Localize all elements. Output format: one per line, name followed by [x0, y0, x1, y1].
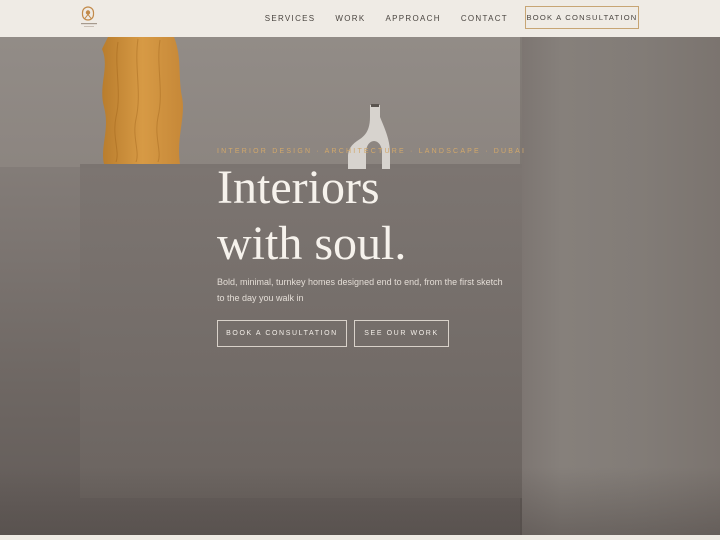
hero-description: Bold, minimal, turnkey homes designed en…	[217, 277, 503, 303]
nav-contact[interactable]: CONTACT	[461, 14, 508, 23]
nav-approach[interactable]: APPROACH	[386, 14, 441, 23]
next-section-edge	[0, 535, 720, 540]
hero-content: INTERIOR DESIGN · ARCHITECTURE · LANDSCA…	[217, 148, 527, 347]
hero-headline: Interiors with soul.	[217, 160, 517, 272]
hero-tagline: INTERIOR DESIGN · ARCHITECTURE · LANDSCA…	[217, 148, 527, 155]
hero-button-group: BOOK A CONSULTATION SEE OUR WORK	[217, 320, 517, 347]
header-book-consultation-button[interactable]: BOOK A CONSULTATION	[525, 6, 639, 29]
nav-work[interactable]: WORK	[335, 14, 365, 23]
page: SERVICES WORK APPROACH CONTACT BOOK A CO…	[0, 0, 720, 540]
hero-headline-line1: Interiors	[217, 161, 380, 214]
hero-headline-line2: with soul.	[217, 217, 407, 270]
wooden-sculpture-image	[98, 37, 184, 164]
main-nav: SERVICES WORK APPROACH CONTACT	[265, 0, 508, 37]
brand-logo-icon[interactable]	[80, 6, 98, 30]
nav-services[interactable]: SERVICES	[265, 14, 316, 23]
see-our-work-button[interactable]: SEE OUR WORK	[354, 320, 449, 347]
hero-floor-shadow	[0, 467, 720, 535]
site-header: SERVICES WORK APPROACH CONTACT BOOK A CO…	[0, 0, 720, 37]
hero-book-consultation-button[interactable]: BOOK A CONSULTATION	[217, 320, 347, 347]
hero-wall-right	[522, 37, 720, 535]
